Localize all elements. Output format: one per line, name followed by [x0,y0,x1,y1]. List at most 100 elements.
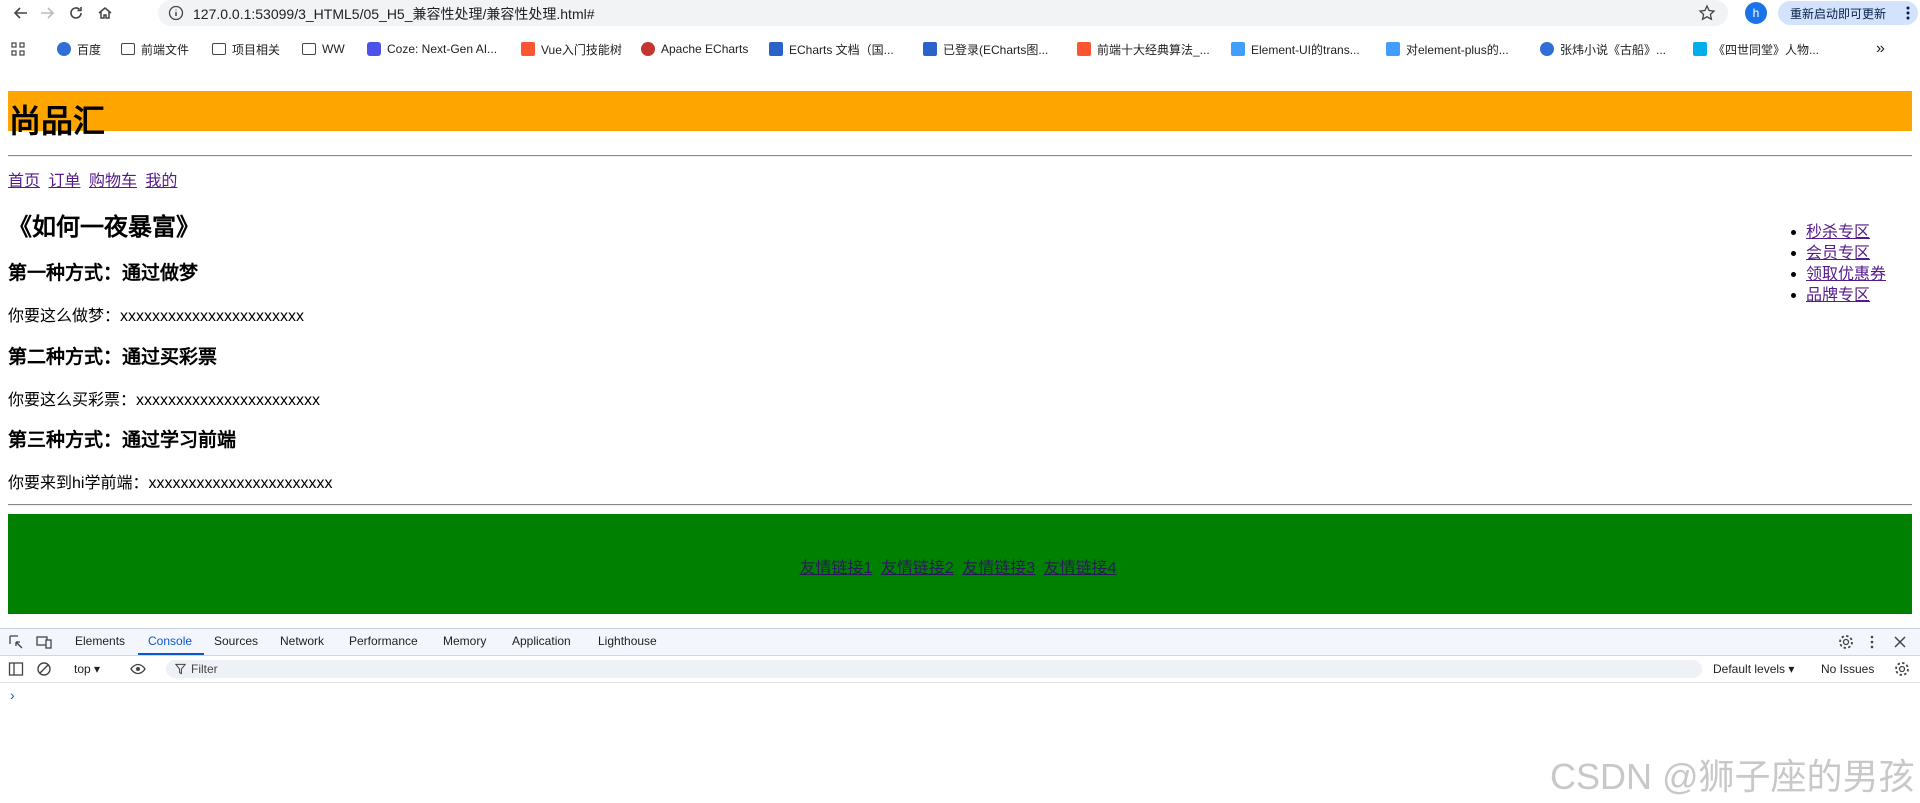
bilibili-icon [1693,42,1707,56]
watermark: CSDN @狮子座的男孩 [1550,756,1915,797]
tab-memory[interactable]: Memory [443,634,486,648]
bookmark-star-icon[interactable] [1698,4,1716,22]
nav-link-cart[interactable]: 购物车 [89,173,137,190]
bookmark-item[interactable]: Coze: Next-Gen AI... [367,39,497,59]
bookmark-label: 前端文件 [141,42,190,57]
footer-link[interactable]: 友情链接2 [881,560,954,577]
bookmark-label: Element-UI的trans... [1251,42,1360,57]
bookmark-item[interactable]: Vue入门技能树 [521,39,622,59]
clear-console-icon[interactable] [36,661,52,677]
console-prompt[interactable]: › [10,687,15,703]
browser-toolbar: 127.0.0.1:53099/3_HTML5/05_H5_兼容性处理/兼容性处… [0,0,1920,26]
aside-link-flash-sale[interactable]: 秒杀专区 [1806,224,1870,241]
bookmark-label: 《四世同堂》人物... [1713,42,1820,57]
address-bar[interactable]: 127.0.0.1:53099/3_HTML5/05_H5_兼容性处理/兼容性处… [158,0,1728,26]
console-toolbar: top ▾ Filter Default levels ▾ No Issues [0,656,1920,683]
log-levels-dropdown[interactable]: Default levels ▾ [1713,662,1794,676]
relaunch-update-button[interactable]: 重新启动即可更新 [1778,1,1918,25]
bookmark-item[interactable]: 百度 [57,39,101,59]
relaunch-label: 重新启动即可更新 [1790,6,1887,21]
bookmark-item[interactable]: 已登录(ECharts图... [923,39,1048,59]
bookmark-label: 已登录(ECharts图... [943,42,1049,57]
tab-sources[interactable]: Sources [214,634,258,648]
bookmark-label: 张炜小说《古船》... [1560,42,1667,57]
sidebar-toggle-icon[interactable] [8,661,24,677]
bookmark-item[interactable]: 《四世同堂》人物... [1693,39,1819,59]
bookmark-label: WW [322,42,345,56]
console-settings-gear-icon[interactable] [1894,661,1910,677]
bookmarks-bar: 百度 前端文件 项目相关 WW Coze: Next-Gen AI... Vue… [0,36,1920,62]
section-heading: 第三种方式：通过学习前端 [8,430,237,451]
section-heading: 第一种方式：通过做梦 [8,263,199,284]
log-levels-value: Default levels [1713,662,1786,676]
tab-network[interactable]: Network [280,634,324,648]
bookmark-folder[interactable]: 项目相关 [212,39,280,59]
divider [8,504,1912,506]
site-info-icon[interactable] [168,5,184,21]
bookmark-item[interactable]: Element-UI的trans... [1231,39,1360,59]
bookmark-folder[interactable]: WW [302,39,345,59]
section-text: 你要这么做梦：xxxxxxxxxxxxxxxxxxxxxxx [8,308,305,325]
aside-link-brands[interactable]: 品牌专区 [1806,287,1870,304]
tab-console[interactable]: Console [148,634,192,648]
inspect-element-icon[interactable] [8,634,24,650]
chart-icon [769,42,783,56]
aside-link-coupons[interactable]: 领取优惠券 [1806,266,1886,283]
more-menu-icon[interactable] [1906,5,1910,21]
url-text[interactable]: 127.0.0.1:53099/3_HTML5/05_H5_兼容性处理/兼容性处… [193,4,595,24]
bookmark-label: 项目相关 [232,42,281,57]
live-expression-eye-icon[interactable] [130,661,146,677]
bookmark-label: 百度 [77,42,102,57]
issues-counter[interactable]: No Issues [1821,662,1874,676]
baidu-paw-icon [57,42,71,56]
echarts-icon [641,42,655,56]
forward-icon[interactable] [36,2,58,24]
device-toolbar-icon[interactable] [36,634,52,650]
bookmark-item[interactable]: 前端十大经典算法_... [1077,39,1210,59]
folder-icon [302,43,316,55]
footer-link[interactable]: 友情链接1 [800,560,873,577]
bookmark-label: Apache ECharts [661,42,749,56]
close-icon[interactable] [1892,634,1908,650]
footer-link[interactable]: 友情链接3 [962,560,1035,577]
tab-elements[interactable]: Elements [75,634,125,648]
tab-application[interactable]: Application [512,634,571,648]
folder-icon [121,43,135,55]
main-nav: 首页 订单 购物车 我的 [8,167,181,191]
folder-icon [212,43,226,55]
aside-link-members[interactable]: 会员专区 [1806,245,1870,262]
bookmark-item[interactable]: Apache ECharts [641,39,748,59]
more-bookmarks-chevron-icon[interactable]: » [1876,39,1885,59]
bookmark-item[interactable]: 对element-plus的... [1386,39,1509,59]
footer-link[interactable]: 友情链接4 [1044,560,1117,577]
tab-lighthouse[interactable]: Lighthouse [598,634,657,648]
back-icon[interactable] [10,2,32,24]
article-title: 《如何一夜暴富》 [8,214,200,241]
baidu-paw-icon [1540,42,1554,56]
site-header [8,91,1912,131]
site-title: 尚品汇 [9,103,106,139]
profile-avatar[interactable]: h [1745,2,1767,24]
tab-performance[interactable]: Performance [349,634,418,648]
home-icon[interactable] [94,2,116,24]
nav-link-mine[interactable]: 我的 [145,173,177,190]
section-text: 你要这么买彩票：xxxxxxxxxxxxxxxxxxxxxxx [8,392,321,409]
apps-grid-icon[interactable] [11,39,25,59]
nav-link-orders[interactable]: 订单 [48,173,80,190]
coze-icon [367,42,381,56]
csdn-icon [521,42,535,56]
console-filter-input[interactable]: Filter [166,660,1702,678]
reload-icon[interactable] [65,2,87,24]
csdn-icon [1077,42,1091,56]
settings-gear-icon[interactable] [1838,634,1854,650]
aside-item: 会员专区 [1790,243,1890,264]
filter-funnel-icon [175,663,186,675]
bookmark-folder[interactable]: 前端文件 [121,39,189,59]
bookmark-item[interactable]: ECharts 文档（国... [769,39,894,59]
context-selector[interactable]: top ▾ [74,662,100,676]
nav-link-home[interactable]: 首页 [8,173,40,190]
element-icon [1231,42,1245,56]
active-tab-indicator [138,653,204,655]
more-options-icon[interactable] [1864,634,1880,650]
bookmark-item[interactable]: 张炜小说《古船》... [1540,39,1666,59]
